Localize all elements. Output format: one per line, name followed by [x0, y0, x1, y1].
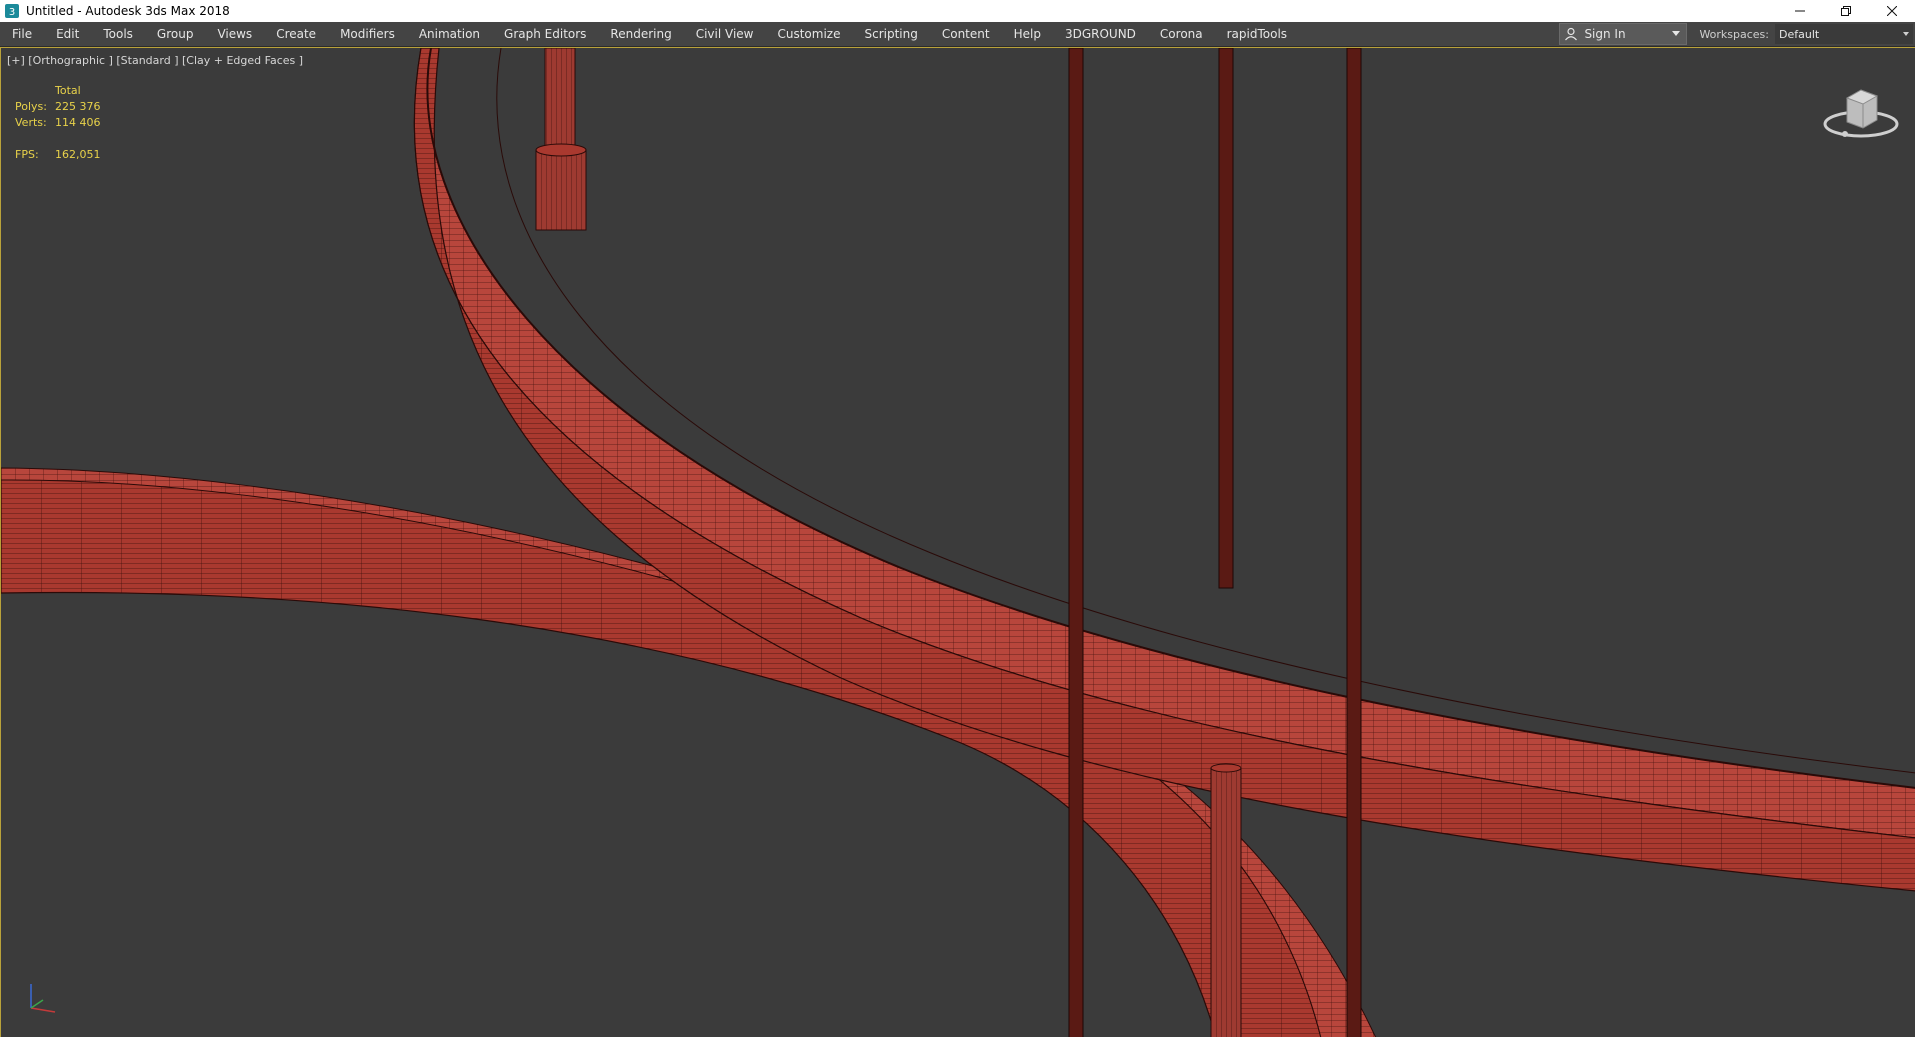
chevron-down-icon [1672, 31, 1681, 36]
sign-in-button[interactable]: Sign In [1559, 23, 1688, 45]
rod-3 [1346, 48, 1362, 1037]
menu-file[interactable]: File [0, 22, 44, 46]
axis-tripod-icon [30, 984, 56, 1013]
menu-content[interactable]: Content [930, 22, 1002, 46]
window-title: Untitled - Autodesk 3ds Max 2018 [26, 4, 230, 18]
menu-3dground[interactable]: 3DGROUND [1053, 22, 1148, 46]
minimize-icon[interactable] [1777, 0, 1823, 22]
menu-help[interactable]: Help [1002, 22, 1053, 46]
menu-customize[interactable]: Customize [765, 22, 852, 46]
fps-label: FPS: [15, 148, 39, 161]
viewport-label[interactable]: [+] [Orthographic ] [Standard ] [Clay + … [7, 54, 303, 67]
polys-label: Polys: [15, 100, 47, 113]
verts-value: 114 406 [55, 116, 101, 129]
close-icon[interactable] [1869, 0, 1915, 22]
menu-modifiers[interactable]: Modifiers [328, 22, 407, 46]
menu-views[interactable]: Views [205, 22, 264, 46]
rod-1 [1068, 48, 1084, 1037]
menu-edit[interactable]: Edit [44, 22, 91, 46]
menu-graph-editors[interactable]: Graph Editors [492, 22, 598, 46]
menu-rendering[interactable]: Rendering [598, 22, 683, 46]
stats-header: Total [55, 84, 81, 97]
restore-icon[interactable] [1823, 0, 1869, 22]
verts-label: Verts: [15, 116, 47, 129]
menu-group[interactable]: Group [145, 22, 206, 46]
3dsmax-icon: 3 [5, 4, 19, 18]
scene-render [1, 48, 1915, 1037]
menu-bar: File Edit Tools Group Views Create Modif… [0, 22, 1915, 47]
perspective-viewport[interactable]: [+] [Orthographic ] [Standard ] [Clay + … [0, 47, 1915, 1037]
rod-2 [1218, 48, 1234, 589]
statistics-overlay: Total Polys: 225 376 Verts: 114 406 FPS: 16… [15, 84, 101, 164]
menu-tools[interactable]: Tools [91, 22, 145, 46]
menu-animation[interactable]: Animation [407, 22, 492, 46]
workspaces-value: Default [1779, 27, 1820, 41]
stats-spacer [15, 84, 55, 100]
menu-corona[interactable]: Corona [1148, 22, 1215, 46]
menu-create[interactable]: Create [264, 22, 328, 46]
title-bar: 3 Untitled - Autodesk 3ds Max 2018 [0, 0, 1915, 22]
workspaces-label: Workspaces: [1699, 27, 1769, 41]
fps-value: 162,051 [55, 148, 101, 161]
user-icon [1565, 27, 1578, 41]
menu-scripting[interactable]: Scripting [852, 22, 929, 46]
polys-value: 225 376 [55, 100, 101, 113]
support-column-2 [1210, 767, 1242, 1037]
svg-text:3: 3 [9, 7, 15, 18]
menu-rapidtools[interactable]: rapidTools [1215, 22, 1299, 46]
chevron-down-icon [1903, 32, 1909, 36]
support-column-1-cap [535, 149, 587, 231]
viewcube-icon[interactable] [1821, 76, 1901, 146]
menu-civil-view[interactable]: Civil View [684, 22, 766, 46]
workspaces-dropdown[interactable]: Default [1775, 24, 1913, 44]
sign-in-label: Sign In [1584, 27, 1626, 41]
